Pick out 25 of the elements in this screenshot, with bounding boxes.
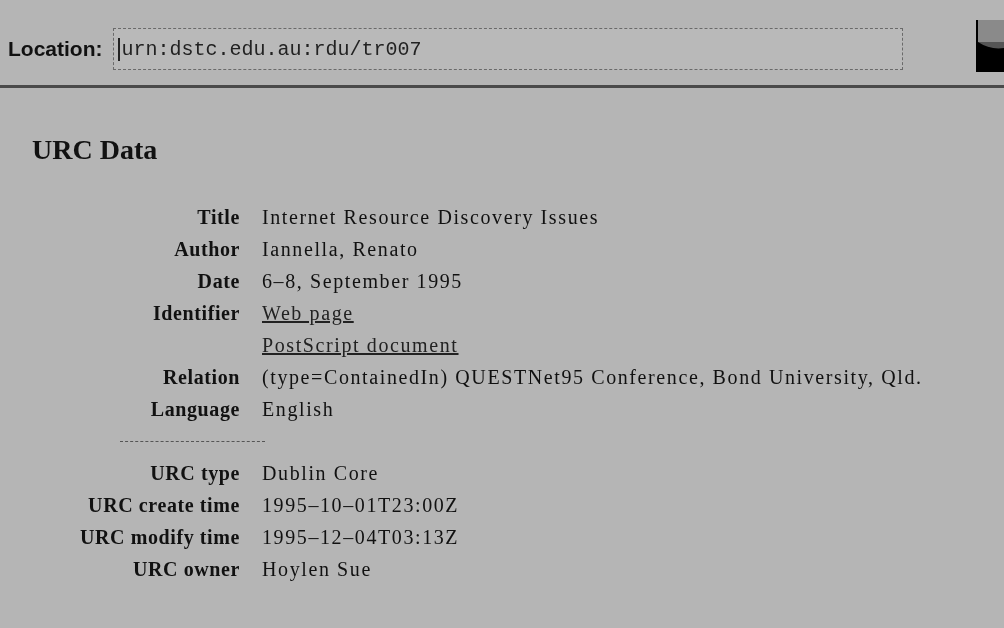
field-value: Hoylen Sue	[262, 558, 372, 581]
field-label: URC owner	[132, 558, 240, 581]
field-value: (type=ContainedIn) QUESTNet95 Conference, Bond University, Qld.	[262, 366, 923, 389]
field-label: URC type	[150, 462, 240, 485]
page-heading: URC Data	[32, 134, 159, 166]
field-label: Identifier	[152, 302, 240, 325]
field-label: Author	[174, 238, 240, 261]
field-value: 1995–12–04T03:13Z	[262, 526, 460, 549]
field-label: Title	[197, 206, 240, 229]
field-value: Dublin Core	[262, 462, 380, 485]
location-label: Location:	[8, 37, 103, 61]
field-label: Language	[150, 398, 240, 421]
field-label: URC modify time	[79, 526, 240, 549]
field-value: Internet Resource Discovery Issues	[262, 206, 600, 229]
field-value: 6–8, September 1995	[262, 270, 463, 293]
field-label: Relation	[162, 366, 240, 389]
link[interactable]: Web page	[262, 302, 354, 325]
field-value: Iannella, Renato	[262, 238, 419, 261]
field-label: URC create time	[88, 494, 240, 517]
field-value: 1995–10–01T23:00Z	[262, 494, 460, 517]
logo-icon[interactable]	[976, 20, 1004, 72]
link[interactable]: PostScript document	[262, 334, 459, 357]
location-field[interactable]: urn:dstc.edu.au:rdu/tr007	[112, 28, 903, 70]
field-label: Date	[197, 270, 240, 293]
field-value: English	[262, 398, 335, 421]
